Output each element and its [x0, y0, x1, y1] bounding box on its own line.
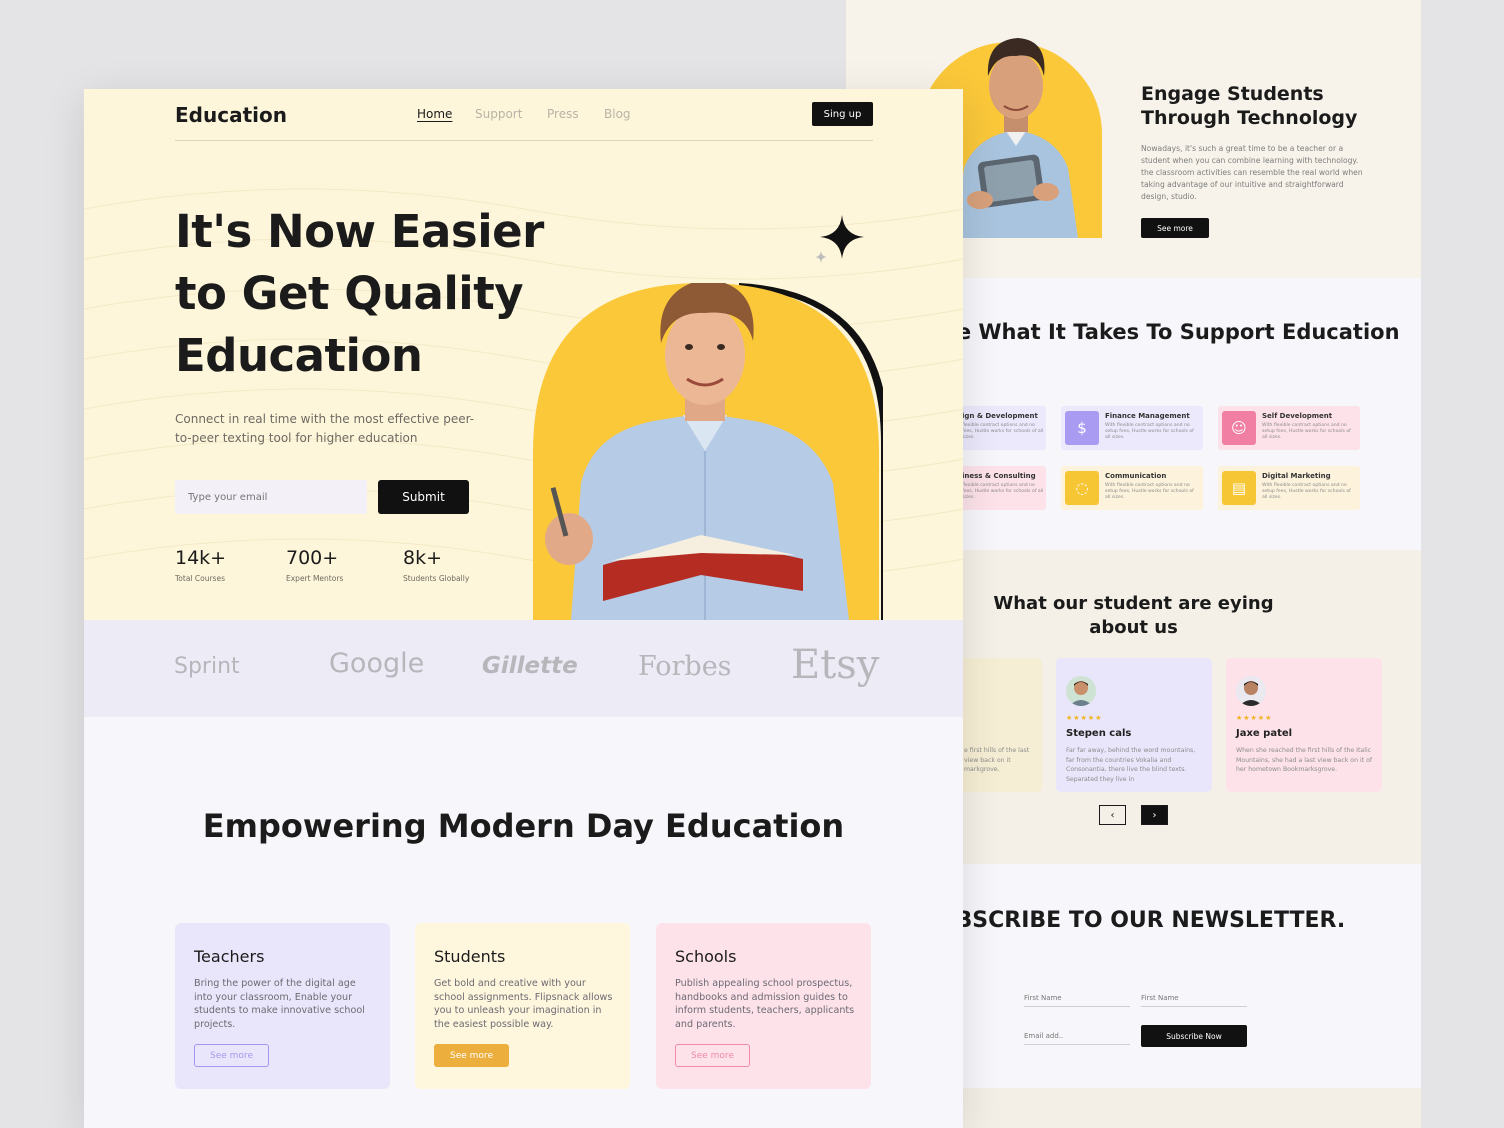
testimonial-card: ★★★★★ Stepen cals Far far away, behind t…	[1056, 658, 1212, 792]
stat-label: Students Globally	[403, 574, 470, 583]
signup-button[interactable]: Sing up	[812, 102, 873, 126]
hero-title: It's Now Easier to Get Quality Education	[175, 205, 544, 382]
card-text: Get bold and creative with your school a…	[434, 978, 613, 1030]
service-title: ign & Development	[962, 412, 1038, 420]
rating-stars: ★★★★★	[1236, 714, 1273, 722]
partner-logos-strip: Sprint Google Gillette Forbes Etsy	[84, 620, 963, 717]
service-text: With flexible contract options and no se…	[1105, 423, 1194, 440]
sprint-logo: Sprint	[174, 654, 240, 679]
forbes-logo: Forbes	[638, 651, 732, 682]
card-text: Bring the power of the digital age into …	[194, 978, 365, 1030]
second-name-field[interactable]: First Name	[1141, 991, 1247, 1007]
nav-blog[interactable]: Blog	[604, 107, 631, 121]
service-text: flexible contract options and no fees, H…	[962, 423, 1044, 440]
service-title: Communication	[1105, 472, 1167, 480]
testimonial-name: Jaxe patel	[1236, 728, 1293, 739]
google-logo: Google	[329, 648, 425, 679]
hero-student-illustration	[533, 283, 883, 620]
avatar	[1236, 676, 1266, 706]
nav-divider	[175, 140, 873, 141]
dashboard-icon: ▤	[1222, 471, 1256, 505]
chat-bubble-icon: ◌	[1065, 471, 1099, 505]
schools-see-more-button[interactable]: See more	[675, 1044, 750, 1067]
avatar	[1066, 676, 1096, 706]
stat-courses: 14k+ Total Courses	[175, 547, 226, 583]
service-text: flexible contract options and no fees, H…	[962, 483, 1044, 500]
stat-value: 8k+	[403, 547, 443, 569]
stat-value: 14k+	[175, 547, 227, 569]
service-text: With flexible contract options and no se…	[1262, 423, 1351, 440]
service-card-finance[interactable]: $ Finance Management With flexible contr…	[1061, 406, 1203, 450]
card-schools: Schools Publish appealing school prospec…	[656, 923, 871, 1089]
engage-see-more-button[interactable]: See more	[1141, 218, 1209, 238]
front-page: Education Home Support Press Blog Sing u…	[84, 89, 963, 1128]
service-text: With flexible contract options and no se…	[1262, 483, 1351, 500]
empower-title: Empowering Modern Day Education	[202, 807, 845, 845]
nav-press[interactable]: Press	[547, 107, 579, 121]
service-title: Digital Marketing	[1262, 472, 1331, 480]
prev-arrow-button[interactable]: ‹	[1099, 805, 1126, 825]
card-text: Publish appealing school prospectus, han…	[675, 978, 855, 1030]
small-sparkle-icon	[815, 251, 827, 263]
nav-support[interactable]: Support	[475, 107, 522, 121]
stat-value: 700+	[286, 547, 339, 569]
first-name-field[interactable]: First Name	[1024, 991, 1130, 1007]
student-with-tablet-illustration	[956, 38, 1078, 238]
stat-label: Total Courses	[175, 574, 225, 583]
rating-stars: ★★★★★	[1066, 714, 1103, 722]
card-title: Teachers	[194, 947, 265, 966]
service-title: Self Development	[1262, 412, 1333, 420]
stat-label: Expert Mentors	[286, 574, 344, 583]
brand-logo[interactable]: Education	[175, 103, 287, 127]
engage-title: Engage Students Through Technology	[1141, 83, 1358, 129]
testimonial-text: When she reached the first hills of the …	[1236, 747, 1373, 774]
nav-home[interactable]: Home	[417, 107, 452, 121]
service-title: iness & Consulting	[962, 472, 1036, 480]
stat-students: 8k+ Students Globally	[403, 547, 469, 583]
hero-subtitle: Connect in real time with the most effec…	[175, 412, 475, 445]
service-title: Finance Management	[1105, 412, 1190, 420]
testimonial-card: ★★★★★ Jaxe patel When she reached the fi…	[1226, 658, 1382, 792]
testimonial-name: Stepen cals	[1066, 728, 1132, 739]
service-card-communication[interactable]: ◌ Communication With flexible contract o…	[1061, 466, 1203, 510]
email-input[interactable]	[175, 480, 367, 514]
teachers-see-more-button[interactable]: See more	[194, 1044, 269, 1067]
students-see-more-button[interactable]: See more	[434, 1044, 509, 1067]
testimonials-title: What our student are eying about us	[993, 593, 1274, 638]
testimonial-text: Far far away, behind the word mountains,…	[1066, 747, 1196, 783]
user-icon: ☺	[1222, 411, 1256, 445]
service-card-self-development[interactable]: ☺ Self Development With flexible contrac…	[1218, 406, 1360, 450]
submit-button[interactable]: Submit	[378, 480, 469, 514]
email-field[interactable]: Email add..	[1024, 1029, 1130, 1045]
gillette-logo: Gillette	[482, 653, 578, 679]
card-teachers: Teachers Bring the power of the digital …	[175, 923, 390, 1089]
hero-section: Education Home Support Press Blog Sing u…	[84, 89, 963, 620]
testimonial-text: e first hills of the last view back on i…	[964, 747, 1030, 774]
engage-description: Nowadays, it's such a great time to be a…	[1141, 144, 1363, 201]
stat-mentors: 700+ Expert Mentors	[286, 547, 343, 583]
service-card-digital-marketing[interactable]: ▤ Digital Marketing With flexible contra…	[1218, 466, 1360, 510]
next-arrow-button[interactable]: ›	[1141, 805, 1168, 825]
service-text: With flexible contract options and no se…	[1105, 483, 1194, 500]
card-title: Schools	[675, 947, 737, 966]
card-title: Students	[434, 947, 506, 966]
card-students: Students Get bold and creative with your…	[415, 923, 630, 1089]
etsy-logo: Etsy	[791, 642, 880, 688]
dollar-icon: $	[1065, 411, 1099, 445]
subscribe-button[interactable]: Subscribe Now	[1141, 1025, 1247, 1047]
